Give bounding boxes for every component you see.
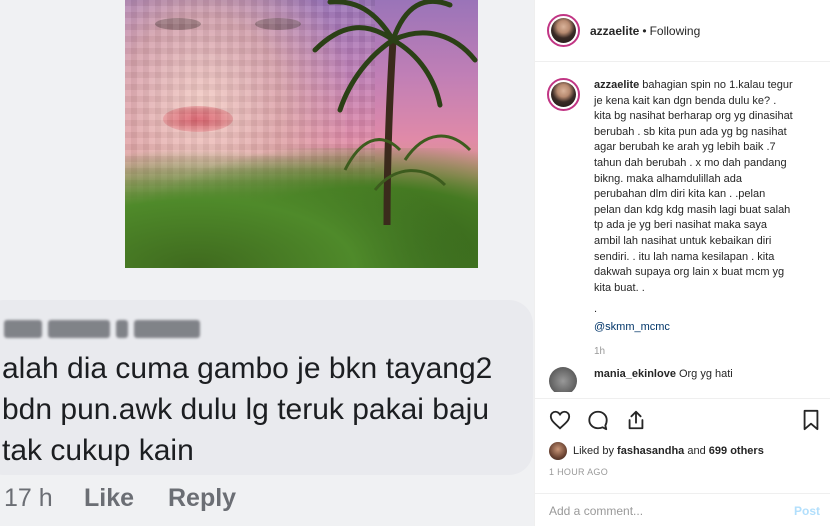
caption-row: azzaelite bahagian spin no 1.kalau tegur … (547, 78, 818, 359)
separator-dot: • (642, 23, 647, 38)
heart-icon[interactable] (549, 409, 571, 431)
post-sidebar: azzaelite • Following azzaelite bahagian sp… (535, 0, 830, 526)
avatar[interactable] (549, 367, 577, 392)
comment-text: alah dia cuma gambo je bkn tayang2 bdn p… (2, 352, 493, 467)
facebook-comment-screenshot: alah dia cuma gambo je bkn tayang2 bdn p… (0, 300, 534, 526)
and-label: and (687, 445, 706, 457)
comment-text: Org yg hati (678, 368, 733, 381)
likes-summary: Liked by fashasandha and 699 others (549, 442, 764, 460)
add-comment-bar: Post (535, 493, 830, 526)
comment-icon[interactable] (587, 409, 609, 431)
comment-username[interactable]: mania_ekinlove (594, 368, 676, 380)
post-image[interactable]: alah dia cuma gambo je bkn tayang2 bdn p… (0, 0, 535, 526)
comment-actions: 17 h Like Reply (4, 484, 236, 513)
liked-by-label: Liked by (573, 445, 614, 457)
caption-time[interactable]: 1h (594, 344, 794, 360)
others-count-link[interactable]: 699 others (709, 445, 764, 457)
bookmark-icon[interactable] (800, 409, 822, 431)
comment-row: mania_ekinlove Org yg hati (547, 367, 818, 392)
add-comment-input[interactable] (549, 503, 779, 518)
mention-link[interactable]: @skmm_mcmc (594, 320, 794, 336)
actions-bar: Liked by fashasandha and 699 others 1 HO… (535, 398, 830, 526)
post-header: azzaelite • Following (535, 0, 830, 62)
liker-avatar[interactable] (549, 442, 567, 460)
post-button[interactable]: Post (794, 504, 820, 518)
reply-link: Reply (168, 484, 237, 512)
pixelated-selfie-photo (125, 0, 478, 268)
caption-username[interactable]: azzaelite (594, 79, 639, 91)
liker-username[interactable]: fashasandha (617, 445, 684, 457)
following-button[interactable]: Following (650, 24, 701, 38)
comment-time: 17 h (4, 484, 53, 512)
avatar[interactable] (547, 14, 580, 47)
post-timestamp[interactable]: 1 HOUR AGO (549, 467, 608, 477)
caption-text: bahagian spin no 1.kalau tegur je kena k… (594, 79, 793, 294)
instagram-post-view: alah dia cuma gambo je bkn tayang2 bdn p… (0, 0, 830, 526)
caption-dot: . (594, 303, 598, 316)
avatar[interactable] (547, 78, 580, 111)
like-link: Like (84, 484, 135, 512)
share-icon[interactable] (625, 409, 647, 431)
blurred-commenter-name (4, 318, 202, 340)
comments-list[interactable]: azzaelite bahagian spin no 1.kalau tegur … (535, 62, 830, 392)
header-username[interactable]: azzaelite (590, 24, 639, 38)
